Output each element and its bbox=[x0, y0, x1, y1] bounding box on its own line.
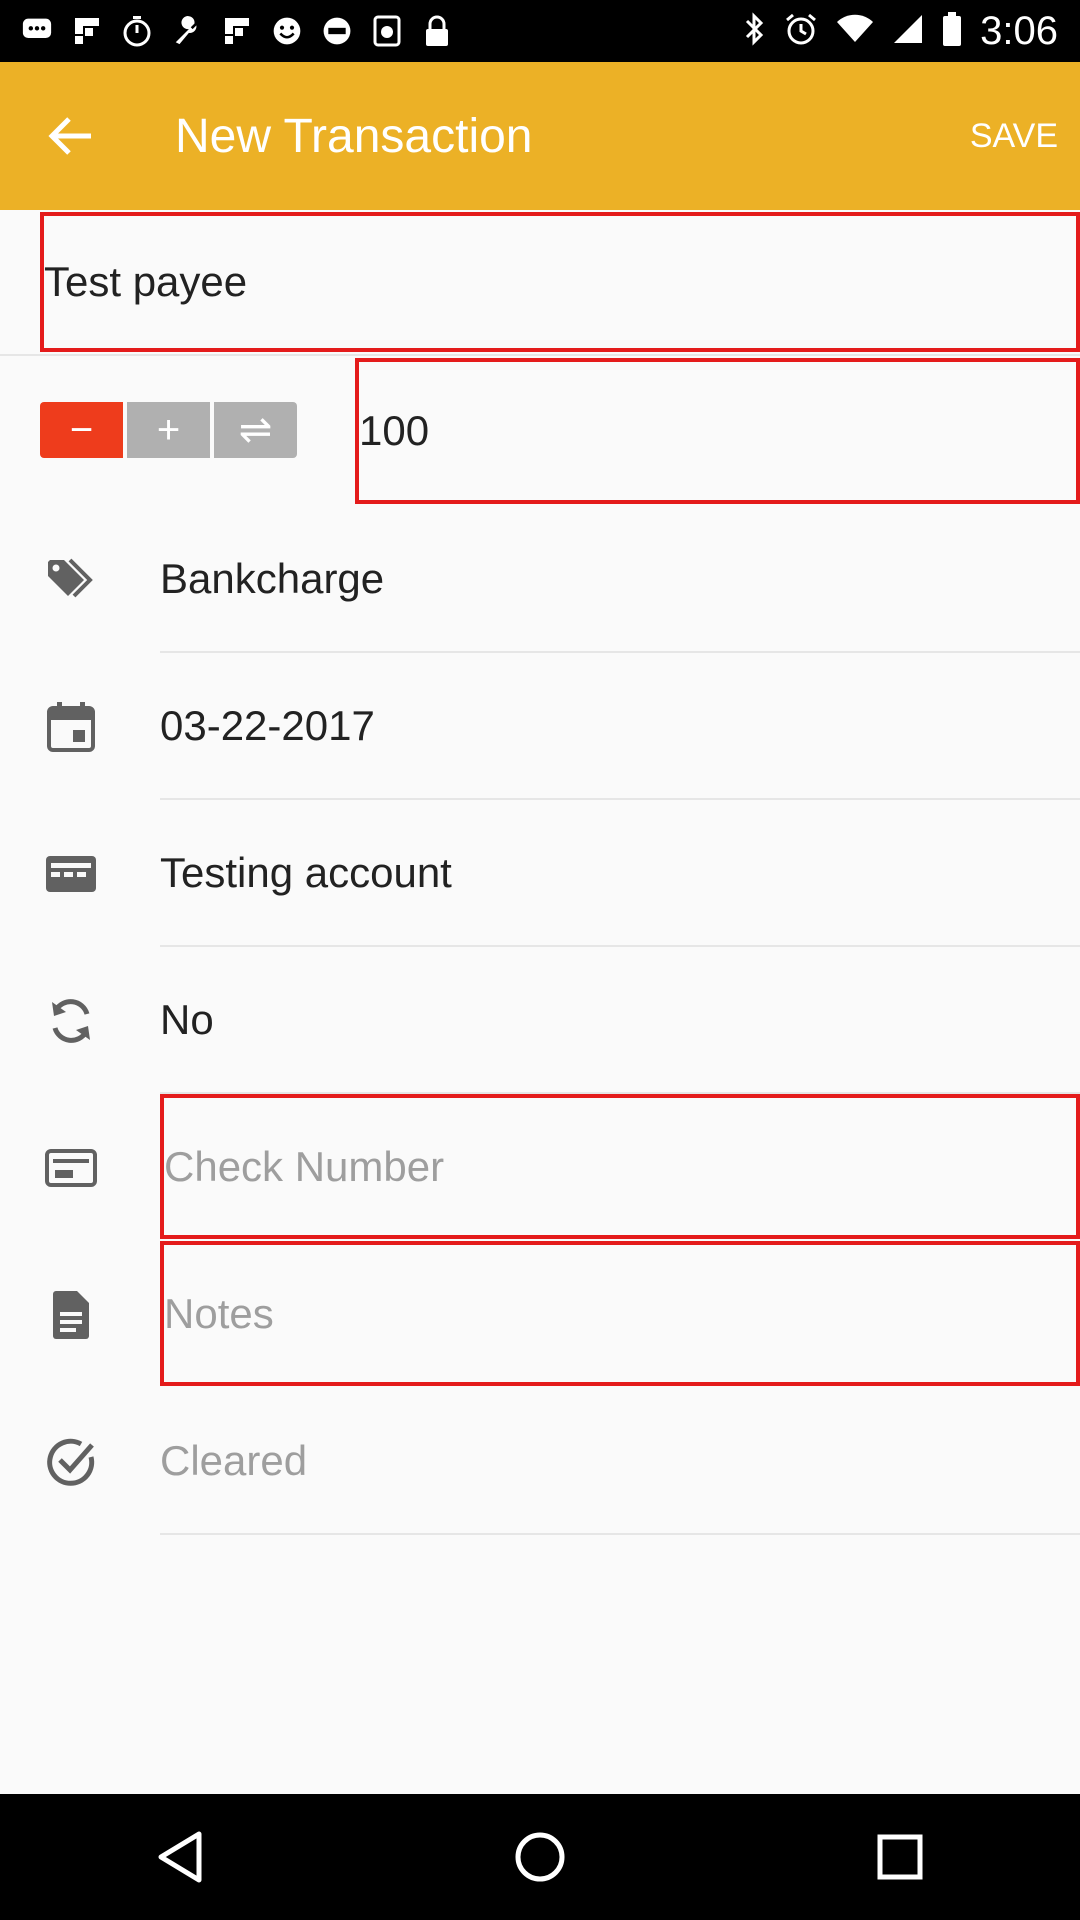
circle-home-icon bbox=[515, 1832, 565, 1882]
triangle-back-icon bbox=[158, 1831, 202, 1883]
transaction-type-toggle: − + ⇌ bbox=[40, 402, 297, 458]
page-title: New Transaction bbox=[175, 109, 533, 163]
recurring-row[interactable]: No bbox=[0, 947, 1080, 1094]
category-value: Bankcharge bbox=[160, 506, 1080, 653]
payee-row: Test payee bbox=[0, 210, 1080, 356]
deposit-button[interactable]: + bbox=[127, 402, 210, 458]
tag-icon bbox=[42, 551, 100, 609]
check-number-row: Check Number bbox=[0, 1094, 1080, 1241]
lock-icon bbox=[422, 14, 452, 48]
navigation-bar bbox=[0, 1794, 1080, 1920]
nav-recents-button[interactable] bbox=[840, 1797, 960, 1917]
signal-icon bbox=[892, 13, 924, 50]
category-row[interactable]: Bankcharge bbox=[0, 506, 1080, 653]
sports-app-icon bbox=[372, 14, 402, 48]
nav-back-button[interactable] bbox=[120, 1797, 240, 1917]
save-button[interactable]: SAVE bbox=[970, 117, 1058, 156]
status-bar: 3:06 bbox=[0, 0, 1080, 62]
date-value: 03-22-2017 bbox=[160, 653, 1080, 800]
cleared-value: Cleared bbox=[160, 1388, 1080, 1535]
alarm-icon bbox=[784, 12, 818, 51]
smiley-icon bbox=[272, 14, 302, 48]
amount-input[interactable]: 100 bbox=[355, 358, 1080, 504]
cleared-row[interactable]: Cleared bbox=[0, 1388, 1080, 1535]
recurring-value: No bbox=[160, 947, 1080, 1094]
arrow-back-icon bbox=[48, 117, 91, 155]
payee-input[interactable]: Test payee bbox=[40, 212, 1080, 352]
flipboard-icon bbox=[222, 14, 252, 48]
account-row[interactable]: Testing account bbox=[0, 800, 1080, 947]
bluetooth-icon bbox=[744, 11, 766, 51]
check-number-input[interactable]: Check Number bbox=[160, 1094, 1080, 1239]
account-value: Testing account bbox=[160, 800, 1080, 947]
check-icon bbox=[42, 1139, 100, 1197]
wrench-icon bbox=[172, 14, 202, 48]
check-circle-icon bbox=[42, 1433, 100, 1491]
amount-row: − + ⇌ 100 bbox=[0, 358, 1080, 506]
flipboard-icon bbox=[72, 14, 102, 48]
system-status-icons: 3:06 bbox=[744, 9, 1058, 54]
app-bar: New Transaction SAVE bbox=[0, 62, 1080, 210]
date-row[interactable]: 03-22-2017 bbox=[0, 653, 1080, 800]
clock-time: 3:06 bbox=[980, 8, 1058, 53]
wifi-icon bbox=[836, 14, 874, 49]
fox-sports-icon bbox=[322, 14, 352, 48]
calendar-icon bbox=[42, 698, 100, 756]
withdrawal-button[interactable]: − bbox=[40, 402, 123, 458]
notes-icon bbox=[42, 1286, 100, 1344]
card-icon bbox=[42, 845, 100, 903]
nav-home-button[interactable] bbox=[480, 1797, 600, 1917]
back-button[interactable] bbox=[0, 62, 140, 210]
stopwatch-icon bbox=[122, 14, 152, 48]
sync-icon bbox=[42, 992, 100, 1050]
square-recents-icon bbox=[877, 1834, 923, 1880]
notes-input[interactable]: Notes bbox=[160, 1241, 1080, 1386]
notification-icons bbox=[22, 14, 744, 48]
chat-bubble-icon bbox=[22, 14, 52, 48]
transfer-button[interactable]: ⇌ bbox=[214, 402, 297, 458]
notes-row: Notes bbox=[0, 1241, 1080, 1388]
battery-icon bbox=[942, 11, 962, 51]
